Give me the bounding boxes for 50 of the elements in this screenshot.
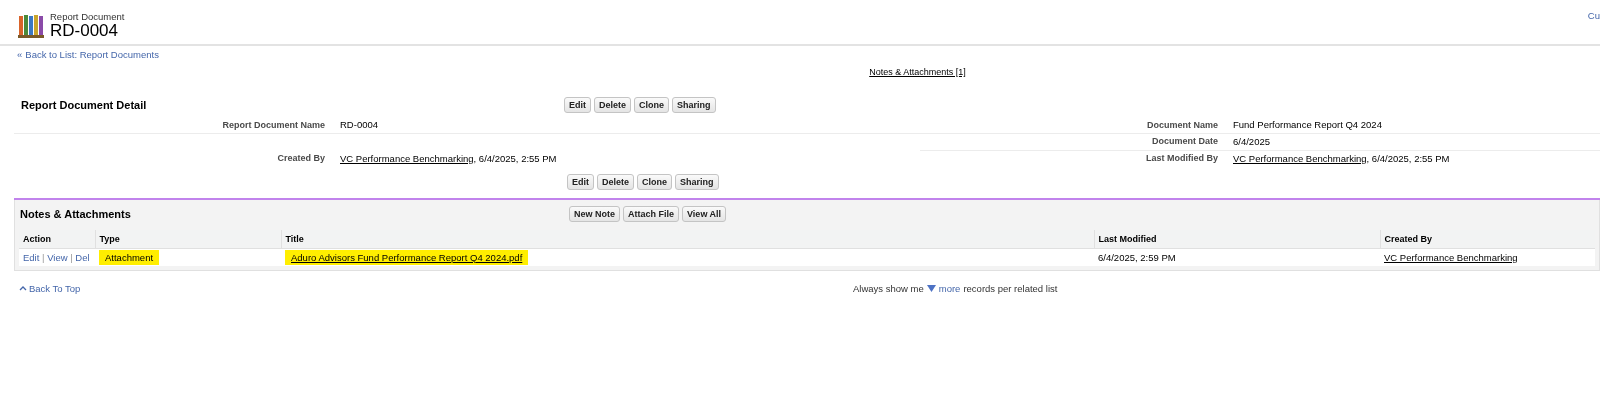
- action-button[interactable]: Edit: [567, 173, 594, 190]
- action-button[interactable]: Delete: [594, 97, 631, 113]
- action-button[interactable]: Edit: [564, 97, 591, 113]
- back-link[interactable]: Back to List: Report Documents: [25, 49, 159, 60]
- back-marker: «: [17, 49, 23, 60]
- field-value: VC Performance Benchmarking, 6/4/2025, 2:55 PM: [1233, 152, 1450, 164]
- separator: |: [42, 251, 45, 263]
- column-header: Created By: [1380, 229, 1595, 248]
- back-to-top-link[interactable]: Back To Top: [29, 282, 81, 294]
- action-button[interactable]: Clone: [634, 97, 670, 113]
- triangle-down-icon[interactable]: [926, 284, 936, 292]
- action-button[interactable]: Sharing: [672, 97, 716, 113]
- table-cell: 6/4/2025, 2:59 PM: [1098, 251, 1176, 263]
- top-link[interactable]: Cu: [1587, 10, 1600, 21]
- field-label: Document Name: [1147, 119, 1218, 130]
- file-link[interactable]: Aduro Advisors Fund Performance Report Q4 2024.pdf: [285, 249, 529, 265]
- object-type: Report Document: [50, 10, 125, 22]
- more-link[interactable]: more: [938, 282, 961, 294]
- column-header: Action: [19, 229, 95, 248]
- record-name: RD-0004: [50, 21, 120, 40]
- field-label: Last Modified By: [1146, 153, 1218, 164]
- field-label: Created By: [277, 153, 325, 164]
- user-link[interactable]: VC Performance Benchmarking: [1384, 251, 1518, 263]
- section-title: Notes & Attachments: [19, 207, 132, 220]
- action-button[interactable]: Delete: [597, 173, 634, 190]
- action-button[interactable]: Sharing: [675, 173, 719, 190]
- column-header: Type: [95, 229, 281, 248]
- field-value: RD-0004: [340, 119, 379, 131]
- row-action-link[interactable]: Del: [75, 251, 90, 263]
- action-button[interactable]: New Note: [569, 205, 620, 222]
- column-header: Title: [281, 229, 1094, 248]
- field-value: Fund Performance Report Q4 2024: [1233, 119, 1382, 131]
- column-header: Last Modified: [1094, 229, 1380, 248]
- field-value: VC Performance Benchmarking, 6/4/2025, 2:55 PM: [340, 152, 557, 164]
- related-list-link[interactable]: Notes & Attachments [1]: [869, 67, 966, 77]
- field-label: Document Date: [1152, 136, 1218, 147]
- type-text: Attachment: [99, 249, 160, 265]
- list-size-text: records per related list: [963, 282, 1058, 294]
- action-button[interactable]: View All: [682, 205, 727, 222]
- row-action-link[interactable]: Edit: [23, 251, 40, 263]
- list-size-text: Always show me: [853, 282, 924, 294]
- field-value: 6/4/2025: [1233, 135, 1270, 147]
- books-icon: [18, 12, 44, 38]
- caret-up-icon: [19, 285, 27, 291]
- row-action-link[interactable]: View: [47, 251, 68, 263]
- field-label: Report Document Name: [222, 119, 325, 130]
- section-title: Report Document Detail: [20, 99, 148, 111]
- action-button[interactable]: Attach File: [623, 205, 680, 222]
- separator: |: [70, 251, 73, 263]
- action-button[interactable]: Clone: [637, 173, 673, 190]
